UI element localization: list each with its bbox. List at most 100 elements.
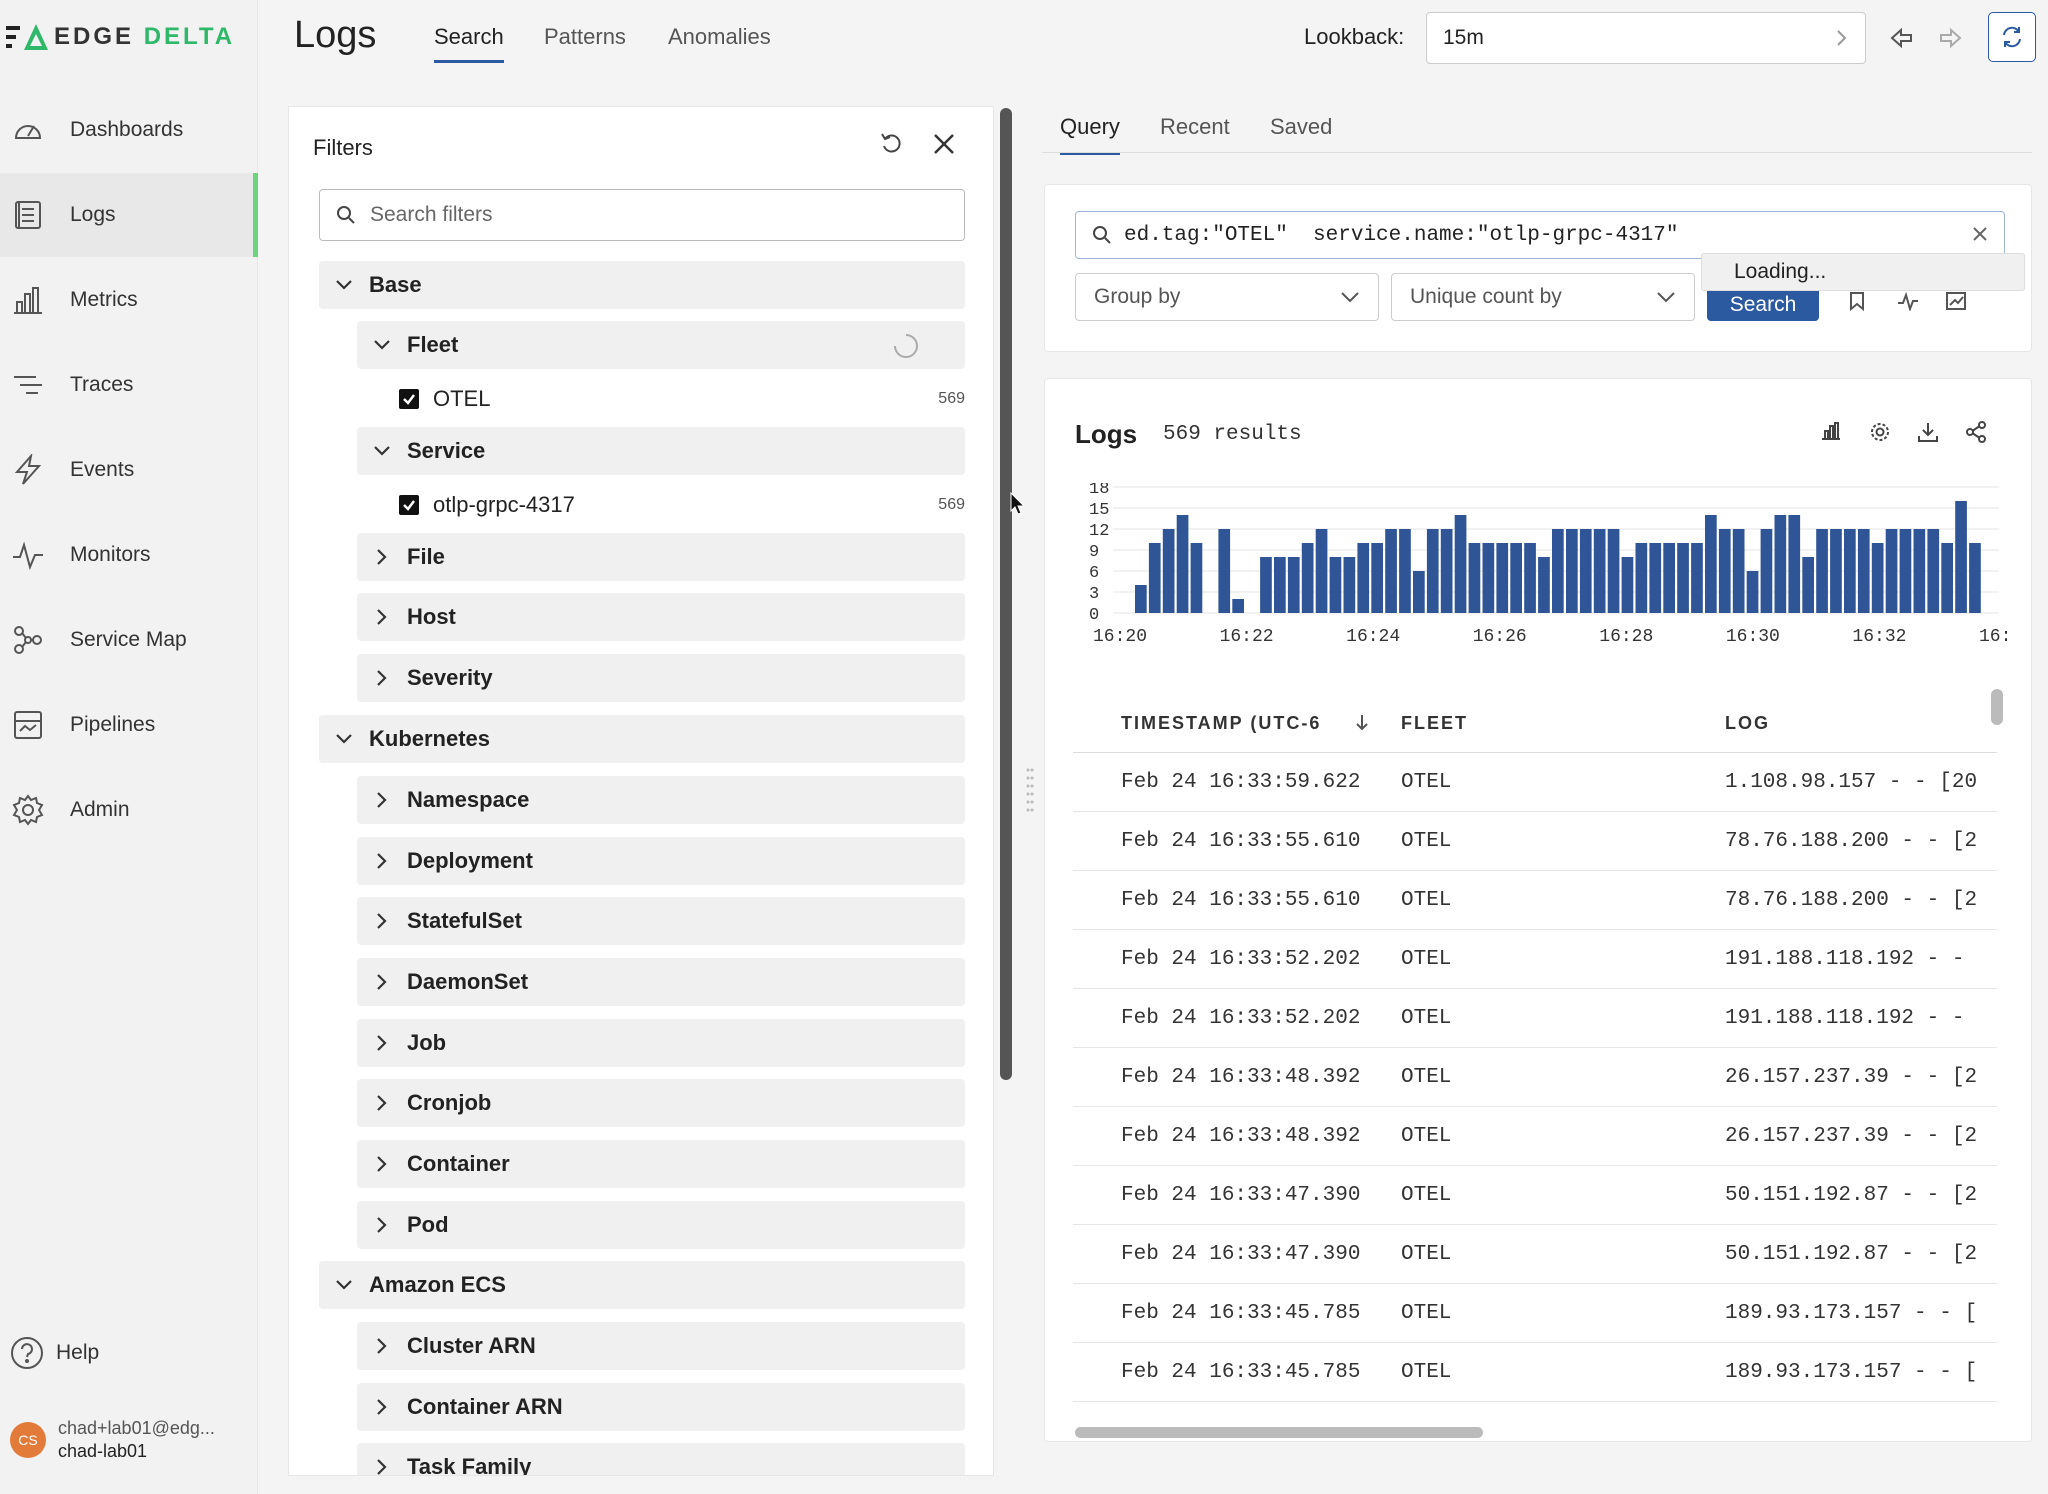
gear-icon[interactable] (1869, 421, 1891, 443)
histogram-bar[interactable] (1496, 543, 1509, 613)
table-row[interactable]: Feb 24 16:33:47.390 OTEL 50.151.192.87 - -… (1073, 1225, 1997, 1284)
histogram-bar[interactable] (1830, 529, 1842, 613)
histogram-bar[interactable] (1955, 501, 1967, 613)
histogram-bar[interactable] (1969, 543, 1981, 613)
histogram-bar[interactable] (1579, 529, 1592, 613)
histogram-bar[interactable] (1857, 529, 1870, 613)
histogram-bar[interactable] (1315, 529, 1328, 613)
histogram-bar[interactable] (1426, 529, 1439, 613)
group-by-dropdown[interactable]: Group by (1075, 273, 1379, 321)
filter-option-otlp-grpc[interactable]: otlp-grpc-4317 569 (399, 483, 965, 527)
tab-recent[interactable]: Recent (1160, 114, 1230, 152)
histogram-bar[interactable] (1329, 557, 1342, 613)
filter-group-severity[interactable]: Severity (357, 654, 965, 702)
histogram-bar[interactable] (1816, 529, 1828, 613)
help-link[interactable]: Help (10, 1336, 99, 1370)
filter-group-kubernetes[interactable]: Kubernetes (319, 715, 965, 763)
download-icon[interactable] (1917, 421, 1939, 443)
filter-group-container[interactable]: Container (357, 1140, 965, 1188)
filter-group-container-arn[interactable]: Container ARN (357, 1383, 965, 1431)
filter-group-namespace[interactable]: Namespace (357, 776, 965, 824)
refresh-button[interactable] (1988, 12, 2036, 62)
filter-group-amazon-ecs[interactable]: Amazon ECS (319, 1261, 965, 1309)
histogram-bar[interactable] (1593, 529, 1606, 613)
history-back-button[interactable] (1884, 20, 1920, 56)
histogram-bar[interactable] (1371, 543, 1383, 613)
histogram-bar[interactable] (1260, 557, 1272, 613)
histogram-bar[interactable] (1885, 529, 1898, 613)
tab-saved[interactable]: Saved (1270, 114, 1332, 152)
histogram-bar[interactable] (1468, 543, 1481, 613)
chart-edit-icon[interactable] (1945, 291, 1967, 311)
tab-query[interactable]: Query (1060, 114, 1120, 155)
filter-group-cronjob[interactable]: Cronjob (357, 1079, 965, 1127)
nav-traces[interactable]: Traces (0, 343, 258, 427)
unique-count-dropdown[interactable]: Unique count by (1391, 273, 1695, 321)
nav-admin[interactable]: Admin (0, 768, 258, 852)
history-forward-button[interactable] (1932, 20, 1968, 56)
nav-dashboards[interactable]: Dashboards (0, 88, 258, 172)
filter-group-file[interactable]: File (357, 533, 965, 581)
table-row[interactable]: Feb 24 16:33:55.610 OTEL 78.76.188.200 - -… (1073, 871, 1997, 930)
edge-delta-logo[interactable]: EDGE DELTA (6, 22, 235, 52)
user-profile[interactable]: CS chad+lab01@edg... chad-lab01 (10, 1418, 215, 1462)
column-header-timestamp[interactable]: TIMESTAMP (UTC-6 (1121, 713, 1321, 734)
table-row[interactable]: Feb 24 16:33:47.390 OTEL 50.151.192.87 - -… (1073, 1166, 1997, 1225)
histogram-bar[interactable] (1746, 571, 1759, 613)
table-row[interactable]: Feb 24 16:33:52.202 OTEL 191.188.118.192 -… (1073, 989, 1997, 1048)
filter-group-statefulset[interactable]: StatefulSet (357, 897, 965, 945)
bookmark-icon[interactable] (1849, 291, 1865, 311)
histogram-bar[interactable] (1385, 529, 1397, 613)
filter-search-input[interactable] (370, 203, 930, 227)
histogram-bar[interactable] (1538, 557, 1550, 613)
histogram-bar[interactable] (1871, 543, 1884, 613)
histogram-bar[interactable] (1663, 543, 1675, 613)
histogram-bar[interactable] (1635, 543, 1648, 613)
column-header-log[interactable]: LOG (1725, 713, 1770, 734)
query-input[interactable]: ed.tag:"OTEL" service.name:"otlp-grpc-43… (1075, 211, 2005, 259)
histogram-bar[interactable] (1413, 571, 1425, 613)
histogram-bar[interactable] (1287, 557, 1300, 613)
panel-resize-handle[interactable] (1026, 766, 1034, 816)
histogram-bar[interactable] (1774, 515, 1787, 613)
close-filters-button[interactable] (931, 131, 957, 157)
checkbox-checked-icon[interactable] (399, 389, 419, 409)
histogram-bar[interactable] (1927, 529, 1940, 613)
table-row[interactable]: Feb 24 16:33:52.202 OTEL 191.188.118.192 -… (1073, 930, 1997, 989)
histogram-bar[interactable] (1788, 515, 1801, 613)
filter-group-deployment[interactable]: Deployment (357, 837, 965, 885)
reset-filters-button[interactable] (879, 131, 905, 157)
tab-anomalies[interactable]: Anomalies (668, 24, 771, 60)
histogram-bar[interactable] (1552, 529, 1564, 613)
histogram-bar[interactable] (1691, 543, 1703, 613)
histogram-bar[interactable] (1899, 529, 1912, 613)
table-row[interactable]: Feb 24 16:33:55.610 OTEL 78.76.188.200 - -… (1073, 812, 1997, 871)
histogram-bar[interactable] (1301, 543, 1314, 613)
filter-group-base[interactable]: Base (319, 261, 965, 309)
column-header-fleet[interactable]: FLEET (1401, 713, 1468, 734)
filter-group-daemonset[interactable]: DaemonSet (357, 958, 965, 1006)
histogram-bar[interactable] (1760, 529, 1773, 613)
filter-group-fleet[interactable]: Fleet (357, 321, 965, 369)
histogram-bar[interactable] (1176, 515, 1189, 613)
search-button[interactable]: Search (1707, 289, 1819, 321)
nav-monitors[interactable]: Monitors (0, 513, 258, 597)
histogram-bar[interactable] (1399, 529, 1411, 613)
clear-query-icon[interactable] (1970, 224, 1990, 244)
filters-scrollbar[interactable] (1000, 108, 1012, 1080)
histogram-bar[interactable] (1162, 529, 1175, 613)
filter-search-box[interactable] (319, 189, 965, 241)
filter-group-job[interactable]: Job (357, 1019, 965, 1067)
histogram-bar[interactable] (1482, 543, 1495, 613)
tab-search[interactable]: Search (434, 24, 504, 63)
nav-metrics[interactable]: Metrics (0, 258, 258, 342)
nav-pipelines[interactable]: Pipelines (0, 683, 258, 767)
filter-group-pod[interactable]: Pod (357, 1201, 965, 1249)
histogram-bar[interactable] (1190, 543, 1203, 613)
table-row[interactable]: Feb 24 16:33:45.785 OTEL 189.93.173.157 - … (1073, 1284, 1997, 1343)
filter-group-task-family[interactable]: Task Family (357, 1443, 965, 1475)
histogram-bar[interactable] (1941, 543, 1953, 613)
histogram-bar[interactable] (1566, 529, 1578, 613)
histogram-bar[interactable] (1649, 543, 1662, 613)
histogram-bar[interactable] (1607, 529, 1620, 613)
